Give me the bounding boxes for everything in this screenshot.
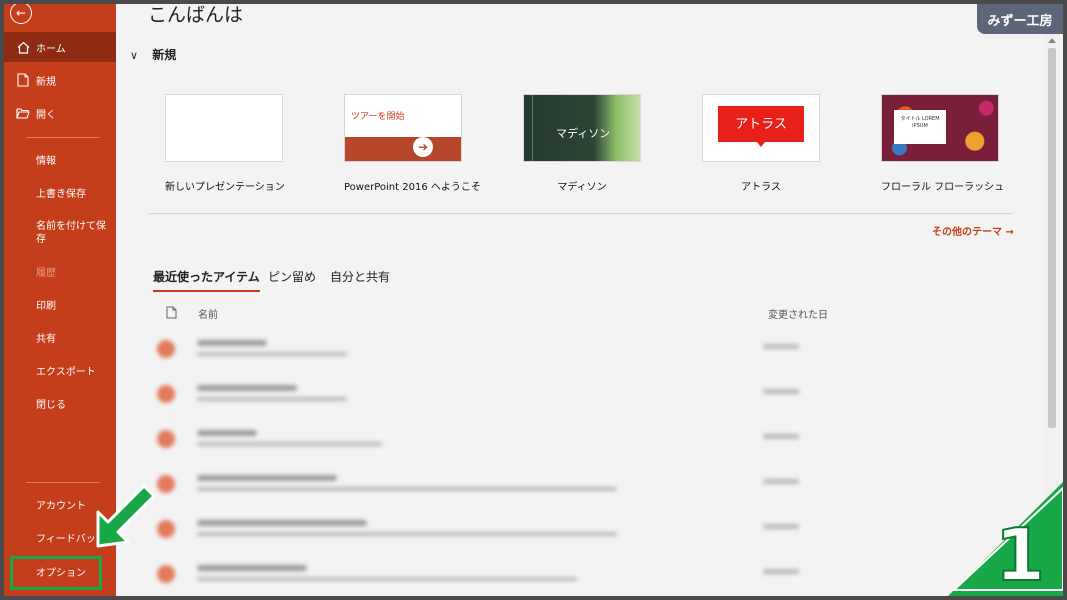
file-type-icon <box>166 306 177 322</box>
template-thumbnail: ツアーを開始 ➔ <box>344 94 462 162</box>
sidebar-item-new[interactable]: 新規 <box>4 65 116 95</box>
template-madison[interactable]: マディソン マディソン <box>523 94 641 193</box>
sidebar-item-export[interactable]: エクスポート <box>4 355 116 385</box>
sidebar-item-label: 情報 <box>36 155 56 167</box>
sidebar-item-label: エクスポート <box>36 366 96 378</box>
template-blank[interactable]: 新しいプレゼンテーション <box>165 94 285 193</box>
thumb-band <box>345 137 461 161</box>
tab-recent[interactable]: 最近使ったアイテム <box>153 268 260 292</box>
chevron-down-icon: ∨ <box>130 49 139 62</box>
back-arrow-icon[interactable]: ← <box>10 4 32 24</box>
sidebar-item-history: 履歴 <box>4 256 116 286</box>
sidebar-item-close[interactable]: 閉じる <box>4 388 116 418</box>
thumb-line <box>532 95 533 161</box>
list-item[interactable] <box>149 422 1013 460</box>
home-icon <box>16 40 30 54</box>
template-name: アトラス <box>741 182 781 193</box>
folder-icon <box>16 106 30 120</box>
sidebar-item-label: アカウント <box>36 500 86 512</box>
thumb-text: アトラス <box>735 117 787 132</box>
scroll-thumb[interactable] <box>1048 48 1056 428</box>
sidebar-item-label: 名前を付けて保存 <box>36 221 106 245</box>
step-number-badge: 1 <box>948 482 1063 596</box>
tab-shared[interactable]: 自分と共有 <box>330 268 390 285</box>
watermark-label: みずー工房 <box>977 4 1063 34</box>
template-floral[interactable]: タイトル LOREM IPSUM フローラル フローラッシュ <box>881 94 1005 193</box>
step-number: 1 <box>995 513 1045 596</box>
sidebar-item-save-as[interactable]: 名前を付けて保存 <box>4 216 116 250</box>
template-atlas[interactable]: アトラス アトラス <box>702 94 820 193</box>
template-welcome[interactable]: ツアーを開始 ➔ PowerPoint 2016 へようこそ <box>344 94 481 193</box>
template-name: 新しいプレゼンテーション <box>165 182 285 193</box>
sidebar-item-label: ホーム <box>36 43 66 55</box>
sidebar-item-label: 上書き保存 <box>36 188 86 200</box>
template-thumbnail: マディソン <box>523 94 641 162</box>
arrow-right-icon: ➔ <box>413 137 433 157</box>
thumb-text: ツアーを開始 <box>351 112 405 122</box>
sidebar-item-print[interactable]: 印刷 <box>4 289 116 319</box>
pointer-arrow-icon <box>96 484 156 548</box>
thumb-pointer <box>757 142 765 147</box>
page-title: こんばんは <box>148 4 244 26</box>
new-file-icon <box>16 73 30 87</box>
sidebar-item-home[interactable]: ホーム <box>4 32 116 62</box>
list-item[interactable] <box>149 377 1013 415</box>
template-thumbnail: アトラス <box>702 94 820 162</box>
sidebar-item-label: 新規 <box>36 76 56 88</box>
list-item[interactable] <box>149 467 1013 505</box>
template-name: マディソン <box>557 182 607 193</box>
sidebar-item-label: 共有 <box>36 333 56 345</box>
template-thumbnail <box>165 94 283 162</box>
thumb-text: タイトル LOREM IPSUM <box>894 110 946 144</box>
sidebar-item-save[interactable]: 上書き保存 <box>4 177 116 207</box>
sidebar-item-label: 閉じる <box>36 399 66 411</box>
sidebar-item-open[interactable]: 開く <box>4 98 116 128</box>
options-highlight-box <box>10 556 102 590</box>
sidebar-item-share[interactable]: 共有 <box>4 322 116 352</box>
template-name: フローラル フローラッシュ <box>881 182 1005 193</box>
list-item[interactable] <box>149 332 1013 370</box>
scroll-up-arrow-icon[interactable] <box>1048 38 1056 43</box>
sidebar-item-info[interactable]: 情報 <box>4 144 116 174</box>
list-item[interactable] <box>149 557 1013 595</box>
sidebar-divider <box>26 137 100 138</box>
thumb-text: マディソン <box>556 127 611 140</box>
sidebar-item-label: 履歴 <box>36 267 56 279</box>
more-themes-link[interactable]: その他のテーマ → <box>932 223 1014 238</box>
list-item[interactable] <box>149 512 1013 550</box>
column-header-name[interactable]: 名前 <box>198 306 218 321</box>
section-divider <box>149 213 1013 214</box>
backstage-main: こんばんは ∨ 新規 新しいプレゼンテーション ツアーを開始 ➔ PowerPo… <box>116 4 1063 596</box>
template-name: PowerPoint 2016 へようこそ <box>344 182 481 193</box>
sidebar-item-label: 印刷 <box>36 300 56 312</box>
tab-pinned[interactable]: ピン留め <box>268 268 316 285</box>
new-section-header[interactable]: ∨ 新規 <box>130 46 176 63</box>
column-header-modified[interactable]: 変更された日 <box>768 306 828 321</box>
section-title: 新規 <box>152 48 177 62</box>
sidebar-item-label: 開く <box>36 109 56 121</box>
template-thumbnail: タイトル LOREM IPSUM <box>881 94 999 162</box>
